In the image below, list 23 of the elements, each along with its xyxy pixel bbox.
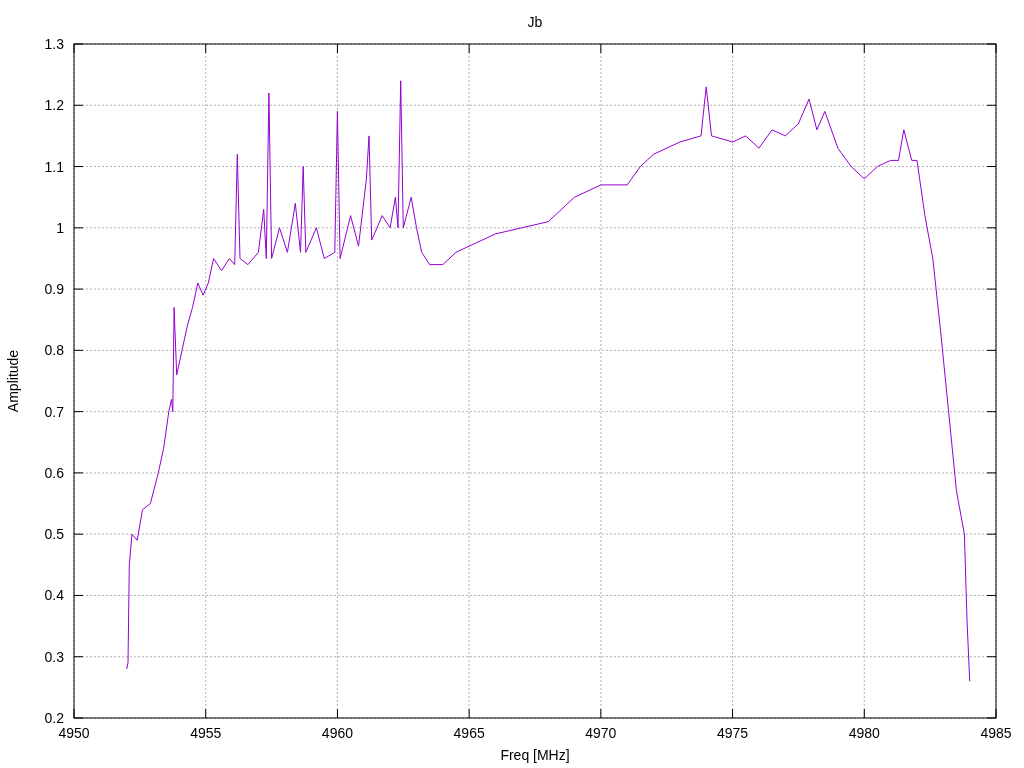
tick-label: 0.4 (44, 587, 64, 604)
tick-label: 1.1 (44, 158, 64, 175)
tick-label: 4950 (58, 725, 90, 741)
axis-label: Amplitude (5, 349, 21, 413)
tick-label: 0.3 (44, 648, 64, 665)
tick-label: 0.8 (44, 342, 64, 359)
tick-label: 0.2 (44, 710, 64, 726)
tick-label: 1.2 (44, 97, 64, 114)
chart-title: Jb (527, 14, 543, 30)
tick-label: 0.7 (44, 403, 64, 420)
tick-label: 4975 (717, 725, 749, 741)
axis-label: Freq [MHz] (500, 747, 570, 763)
tick-label: 4965 (453, 725, 485, 741)
tick-label: 1.3 (44, 36, 64, 52)
tick-label: 4970 (585, 725, 617, 741)
tick-label: 4985 (980, 725, 1012, 741)
tick-label: 4955 (190, 725, 222, 741)
tick-label: 0.5 (44, 526, 64, 543)
tick-label: 0.9 (44, 281, 64, 298)
tick-label: 1 (56, 219, 64, 236)
tick-label: 4960 (321, 725, 353, 741)
tick-label: 4980 (848, 725, 880, 741)
tick-label: 0.6 (44, 464, 64, 481)
